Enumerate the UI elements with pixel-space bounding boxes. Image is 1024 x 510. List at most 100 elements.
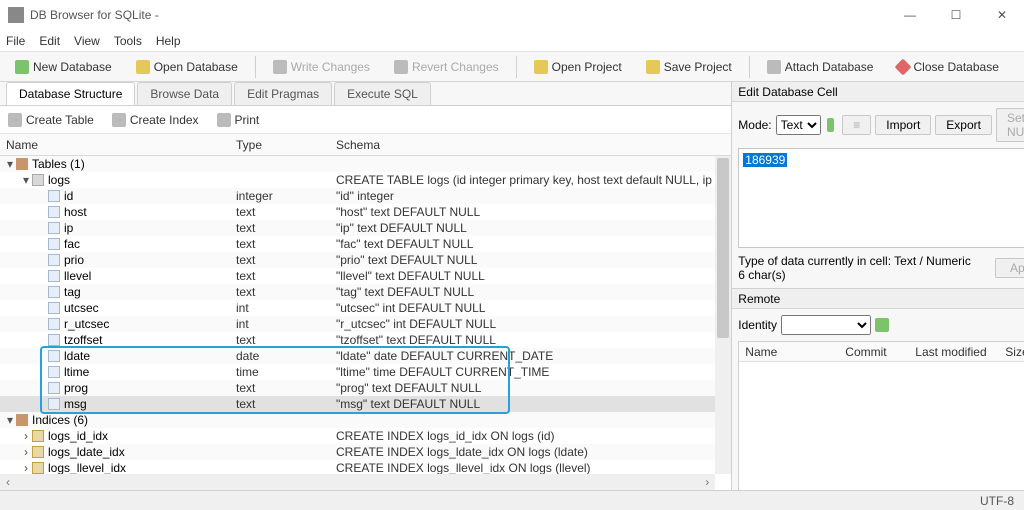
close-button[interactable]: ✕ — [988, 8, 1016, 22]
node-type: text — [236, 269, 336, 283]
index-icon — [112, 113, 126, 127]
tree-row[interactable]: priotext"prio" text DEFAULT NULL — [0, 252, 731, 268]
save-project-button[interactable]: Save Project — [637, 56, 741, 78]
remote-col-size[interactable]: Size — [999, 345, 1024, 359]
header-type[interactable]: Type — [236, 138, 336, 152]
refresh-icon[interactable] — [875, 318, 889, 332]
revert-changes-button: Revert Changes — [385, 56, 508, 78]
horizontal-scrollbar[interactable]: ‹› — [0, 474, 715, 490]
structure-tree[interactable]: ▾Tables (1)▾logsCREATE TABLE logs (id in… — [0, 156, 731, 490]
remote-col-name[interactable]: Name — [739, 345, 839, 359]
tab-browse-data[interactable]: Browse Data — [137, 82, 232, 105]
menu-help[interactable]: Help — [156, 34, 181, 48]
node-type: text — [236, 397, 336, 411]
tree-row[interactable]: ›logs_id_idxCREATE INDEX logs_id_idx ON … — [0, 428, 731, 444]
print-icon — [217, 113, 231, 127]
new-database-button[interactable]: New Database — [6, 56, 121, 78]
menu-edit[interactable]: Edit — [39, 34, 60, 48]
cell-editor[interactable]: 186939 — [738, 148, 1024, 248]
expand-icon[interactable]: ▾ — [4, 157, 16, 171]
expand-icon[interactable]: › — [20, 429, 32, 443]
column-icon — [48, 286, 60, 298]
column-icon — [48, 382, 60, 394]
identity-select[interactable] — [781, 315, 871, 335]
tab-edit-pragmas[interactable]: Edit Pragmas — [234, 82, 332, 105]
attach-database-button[interactable]: Attach Database — [758, 56, 883, 78]
titlebar: DB Browser for SQLite - — ☐ ✕ — [0, 0, 1024, 30]
tree-row[interactable]: ▾logsCREATE TABLE logs (id integer prima… — [0, 172, 731, 188]
tree-row[interactable]: ldatedate"ldate" date DEFAULT CURRENT_DA… — [0, 348, 731, 364]
scroll-thumb[interactable] — [717, 158, 729, 338]
tree-row[interactable]: r_utcsecint"r_utcsec" int DEFAULT NULL — [0, 316, 731, 332]
remote-grid[interactable]: Name Commit Last modified Size — [738, 341, 1024, 490]
expand-icon[interactable]: › — [20, 461, 32, 475]
import-button[interactable]: Import — [875, 115, 931, 135]
tree-row[interactable]: tagtext"tag" text DEFAULT NULL — [0, 284, 731, 300]
node-name: fac — [64, 237, 80, 251]
export-button[interactable]: Export — [935, 115, 992, 135]
remote-col-last[interactable]: Last modified — [909, 345, 999, 359]
node-schema: "host" text DEFAULT NULL — [336, 205, 731, 219]
encoding-label: UTF-8 — [980, 494, 1014, 508]
close-database-button[interactable]: Close Database — [888, 56, 1007, 78]
node-type: text — [236, 333, 336, 347]
expand-icon[interactable]: ▾ — [20, 173, 32, 187]
tree-row[interactable]: ltimetime"ltime" time DEFAULT CURRENT_TI… — [0, 364, 731, 380]
toolbar-separator — [516, 56, 517, 78]
menu-tools[interactable]: Tools — [114, 34, 142, 48]
vertical-scrollbar[interactable] — [715, 156, 731, 474]
node-schema: "prog" text DEFAULT NULL — [336, 381, 731, 395]
node-name: Indices (6) — [32, 413, 88, 427]
print-button[interactable]: Print — [217, 113, 260, 127]
attach-icon — [767, 60, 781, 74]
revert-icon — [394, 60, 408, 74]
open-database-button[interactable]: Open Database — [127, 56, 247, 78]
menubar: File Edit View Tools Help — [0, 30, 1024, 52]
tree-row[interactable]: msgtext"msg" text DEFAULT NULL — [0, 396, 731, 412]
tree-row[interactable]: progtext"prog" text DEFAULT NULL — [0, 380, 731, 396]
node-type: time — [236, 365, 336, 379]
tree-row[interactable]: utcsecint"utcsec" int DEFAULT NULL — [0, 300, 731, 316]
expand-icon[interactable]: ▾ — [4, 413, 16, 427]
create-table-button[interactable]: Create Table — [8, 113, 94, 127]
node-name: ip — [64, 221, 73, 235]
node-name: msg — [64, 397, 87, 411]
tree-row[interactable]: iptext"ip" text DEFAULT NULL — [0, 220, 731, 236]
format-icon[interactable] — [827, 118, 835, 132]
node-type: integer — [236, 189, 336, 203]
column-icon — [48, 398, 60, 410]
tree-row[interactable]: tzoffsettext"tzoffset" text DEFAULT NULL — [0, 332, 731, 348]
column-icon — [48, 254, 60, 266]
node-name: r_utcsec — [64, 317, 109, 331]
create-index-button[interactable]: Create Index — [112, 113, 199, 127]
minimize-button[interactable]: — — [896, 8, 924, 22]
open-project-button[interactable]: Open Project — [525, 56, 631, 78]
tree-row[interactable]: ▾ Tables (1) — [0, 156, 731, 172]
tree-row[interactable]: factext"fac" text DEFAULT NULL — [0, 236, 731, 252]
node-type: text — [236, 381, 336, 395]
toolbar-separator — [255, 56, 256, 78]
column-icon — [48, 270, 60, 282]
node-name: host — [64, 205, 87, 219]
tree-row[interactable]: hosttext"host" text DEFAULT NULL — [0, 204, 731, 220]
header-schema[interactable]: Schema — [336, 138, 731, 152]
scroll-right-arrow[interactable]: › — [699, 475, 715, 489]
mode-select[interactable]: Text — [776, 115, 821, 135]
tab-database-structure[interactable]: Database Structure — [6, 82, 135, 105]
scroll-left-arrow[interactable]: ‹ — [0, 475, 16, 489]
remote-col-commit[interactable]: Commit — [839, 345, 909, 359]
menu-file[interactable]: File — [6, 34, 25, 48]
menu-view[interactable]: View — [74, 34, 100, 48]
tab-execute-sql[interactable]: Execute SQL — [334, 82, 431, 105]
node-name: Tables (1) — [32, 157, 85, 171]
window-controls: — ☐ ✕ — [896, 8, 1016, 22]
tree-row[interactable]: ▾ Indices (6) — [0, 412, 731, 428]
header-name[interactable]: Name — [0, 138, 236, 152]
node-schema: "ip" text DEFAULT NULL — [336, 221, 731, 235]
tree-row[interactable]: ›logs_ldate_idxCREATE INDEX logs_ldate_i… — [0, 444, 731, 460]
tree-row[interactable]: idinteger"id" integer — [0, 188, 731, 204]
tree-row[interactable]: lleveltext"llevel" text DEFAULT NULL — [0, 268, 731, 284]
expand-icon[interactable]: › — [20, 445, 32, 459]
maximize-button[interactable]: ☐ — [942, 8, 970, 22]
node-name: llevel — [64, 269, 91, 283]
